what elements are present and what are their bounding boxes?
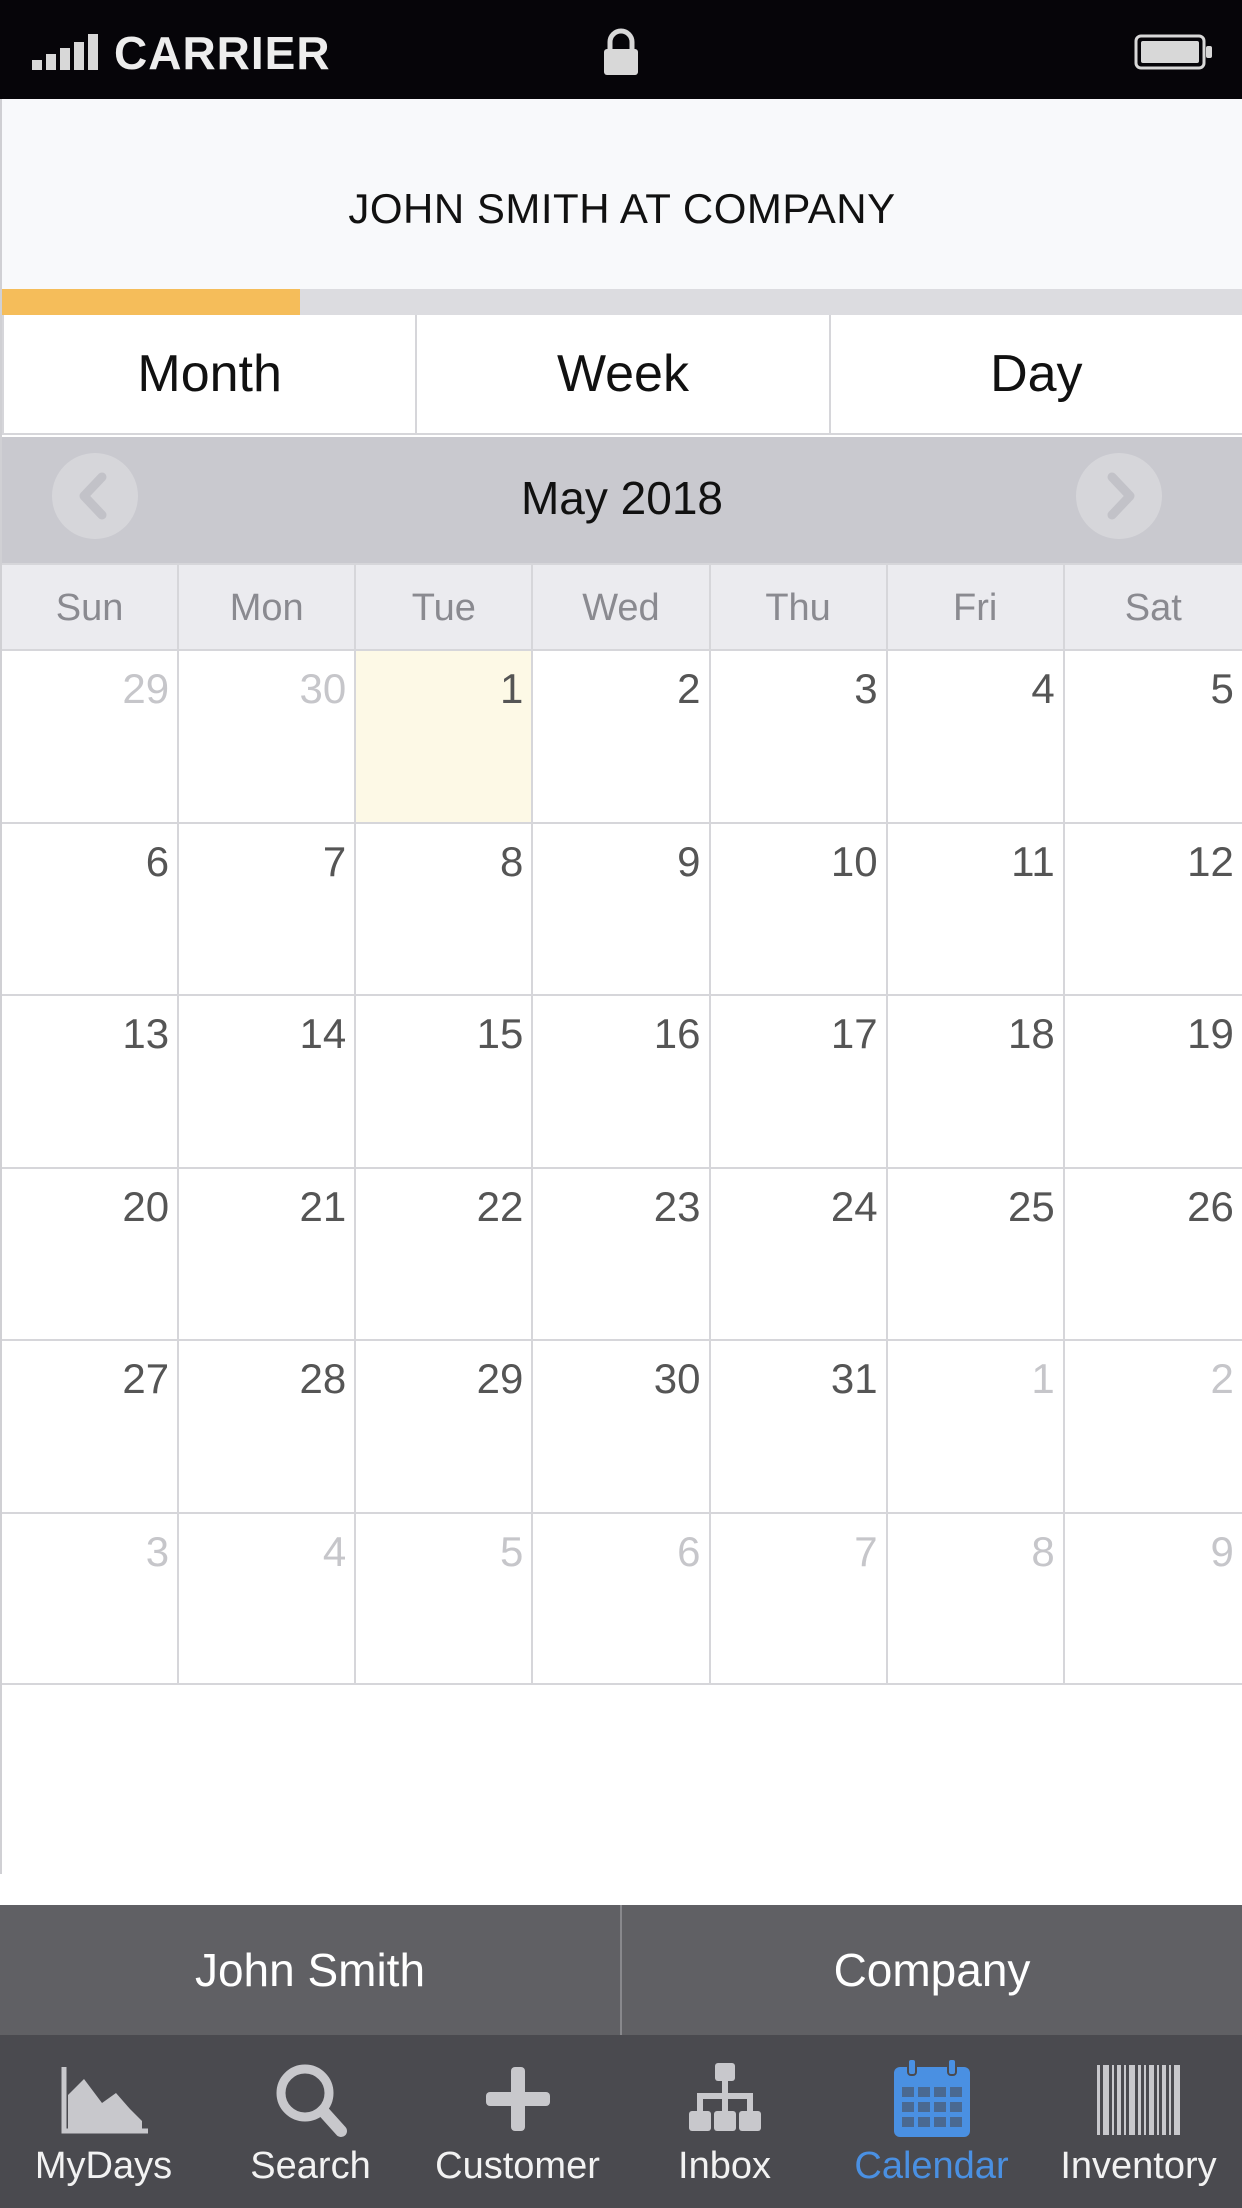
calendar-week-row: 20 21 22 23 24 25 26 [2, 1166, 1242, 1340]
calendar-day[interactable]: 27 [2, 1341, 180, 1512]
tab-inventory[interactable]: Inventory [1035, 2035, 1242, 2208]
signal-icon [32, 32, 104, 70]
calendar-day[interactable]: 14 [179, 996, 357, 1167]
calendar-day[interactable]: 26 [1064, 1168, 1242, 1340]
weekday-label: Sun [2, 565, 180, 649]
calendar-day[interactable]: 29 [2, 651, 180, 822]
calendar-day[interactable]: 5 [1064, 651, 1242, 822]
calendar-day[interactable]: 4 [179, 1513, 357, 1683]
weekday-label: Mon [179, 565, 357, 649]
weekday-label: Tue [356, 565, 534, 649]
tab-label: Search [250, 2145, 371, 2187]
calendar-weeks: 29 30 1 2 3 4 5 6 7 8 9 10 11 12 13 14 15 16 17 18 19 20 21 22 2… [2, 649, 1242, 1685]
tab-label: Calendar [854, 2145, 1009, 2187]
weekday-label: Thu [711, 565, 888, 649]
status-bar: CARRIER [0, 0, 1242, 99]
calendar-day[interactable]: 7 [710, 1513, 888, 1683]
bottom-tab-bar: MyDays Search Customer Inbox Calendar In… [0, 2035, 1242, 2208]
calendar-day[interactable]: 2 [1064, 1341, 1242, 1512]
weekday-header: Sun Mon Tue Wed Thu Fri Sat [2, 563, 1242, 649]
tab-label: MyDays [34, 2145, 173, 2187]
calendar-day[interactable]: 19 [1064, 996, 1242, 1167]
calendar-day[interactable]: 9 [533, 823, 711, 995]
plus-icon [485, 2067, 550, 2131]
tab-customer[interactable]: Customer [414, 2035, 621, 2208]
chevron-right-icon [1107, 472, 1135, 520]
calendar-day[interactable]: 6 [2, 823, 180, 995]
calendar-icon [893, 2059, 970, 2137]
calendar-day[interactable]: 9 [1064, 1513, 1242, 1683]
calendar-day[interactable]: 31 [710, 1341, 888, 1512]
barcode-icon [1096, 2065, 1180, 2135]
org-chart-icon [688, 2063, 761, 2131]
tab-calendar[interactable]: Calendar [828, 2035, 1035, 2208]
tab-label: Inventory [1060, 2145, 1217, 2187]
tab-mydays[interactable]: MyDays [0, 2035, 207, 2208]
calendar-day-today[interactable]: 1 [356, 651, 534, 822]
calendar-day[interactable]: 24 [710, 1168, 888, 1340]
calendar-day[interactable]: 12 [1064, 823, 1242, 995]
context-bar: John Smith Company [0, 1905, 1242, 2035]
calendar-grid: Sun Mon Tue Wed Thu Fri Sat 29 30 1 2 3 4 5 6 7 8… [2, 563, 1242, 1685]
tab-day[interactable]: Day [831, 315, 1242, 433]
calendar-day[interactable]: 15 [356, 996, 534, 1167]
calendar-day[interactable]: 6 [533, 1513, 711, 1683]
weekday-label: Fri [888, 565, 1065, 649]
calendar-day[interactable]: 20 [2, 1168, 180, 1340]
next-month-button[interactable] [1076, 453, 1162, 539]
calendar-day[interactable]: 3 [2, 1513, 180, 1683]
view-tabs: Month Week Day [2, 315, 1242, 435]
calendar-day[interactable]: 22 [356, 1168, 534, 1340]
progress-fill [2, 289, 300, 315]
calendar-day[interactable]: 5 [356, 1513, 534, 1683]
calendar-day[interactable]: 16 [533, 996, 711, 1167]
calendar-day[interactable]: 3 [710, 651, 888, 822]
calendar-day[interactable]: 4 [887, 651, 1065, 822]
month-navigation: May 2018 [2, 437, 1242, 563]
lock-icon [604, 28, 638, 75]
calendar-day[interactable]: 2 [533, 651, 711, 822]
app-header: JOHN SMITH AT COMPANY [0, 99, 1242, 289]
calendar-day[interactable]: 29 [356, 1341, 534, 1512]
tab-search[interactable]: Search [207, 2035, 414, 2208]
tab-month[interactable]: Month [2, 315, 418, 433]
carrier-name: CARRIER [114, 27, 331, 79]
page-title: JOHN SMITH AT COMPANY [348, 185, 896, 232]
calendar-day[interactable]: 18 [887, 996, 1065, 1167]
calendar-day[interactable]: 21 [179, 1168, 357, 1340]
calendar-day[interactable]: 8 [356, 823, 534, 995]
calendar-day[interactable]: 1 [887, 1341, 1065, 1512]
calendar-day[interactable]: 28 [179, 1341, 357, 1512]
calendar-week-row: 27 28 29 30 31 1 2 [2, 1339, 1242, 1512]
user-button[interactable]: John Smith [0, 1905, 622, 2035]
calendar-day[interactable]: 7 [179, 823, 357, 995]
month-label: May 2018 [520, 472, 723, 524]
tab-label: Inbox [678, 2145, 771, 2187]
weekday-label: Sat [1124, 587, 1182, 629]
calendar-day[interactable]: 30 [179, 651, 357, 822]
left-divider [0, 160, 2, 1874]
tab-label: Customer [435, 2145, 600, 2187]
calendar-day[interactable]: 25 [887, 1168, 1065, 1340]
progress-bar [2, 289, 1242, 315]
area-chart-icon [61, 2067, 148, 2134]
calendar-week-row: 13 14 15 16 17 18 19 [2, 994, 1242, 1167]
calendar-day[interactable]: 23 [533, 1168, 711, 1340]
battery-icon [1134, 34, 1212, 70]
calendar-day[interactable]: 8 [887, 1513, 1065, 1683]
calendar-day[interactable]: 13 [2, 996, 180, 1167]
calendar-day[interactable]: 10 [710, 823, 888, 995]
search-icon [276, 2064, 347, 2137]
calendar-week-row: 6 7 8 9 10 11 12 [2, 821, 1242, 995]
weekday-label: Wed [533, 565, 711, 649]
calendar-week-row: 3456789 [2, 1511, 1242, 1685]
tab-inbox[interactable]: Inbox [621, 2035, 828, 2208]
company-button[interactable]: Company [622, 1905, 1242, 2035]
calendar-day[interactable]: 30 [533, 1341, 711, 1512]
calendar-day[interactable]: 17 [710, 996, 888, 1167]
calendar-day[interactable]: 11 [887, 823, 1065, 995]
tab-week[interactable]: Week [417, 315, 831, 433]
calendar-week-row: 29 30 1 2 3 4 5 [2, 649, 1242, 822]
